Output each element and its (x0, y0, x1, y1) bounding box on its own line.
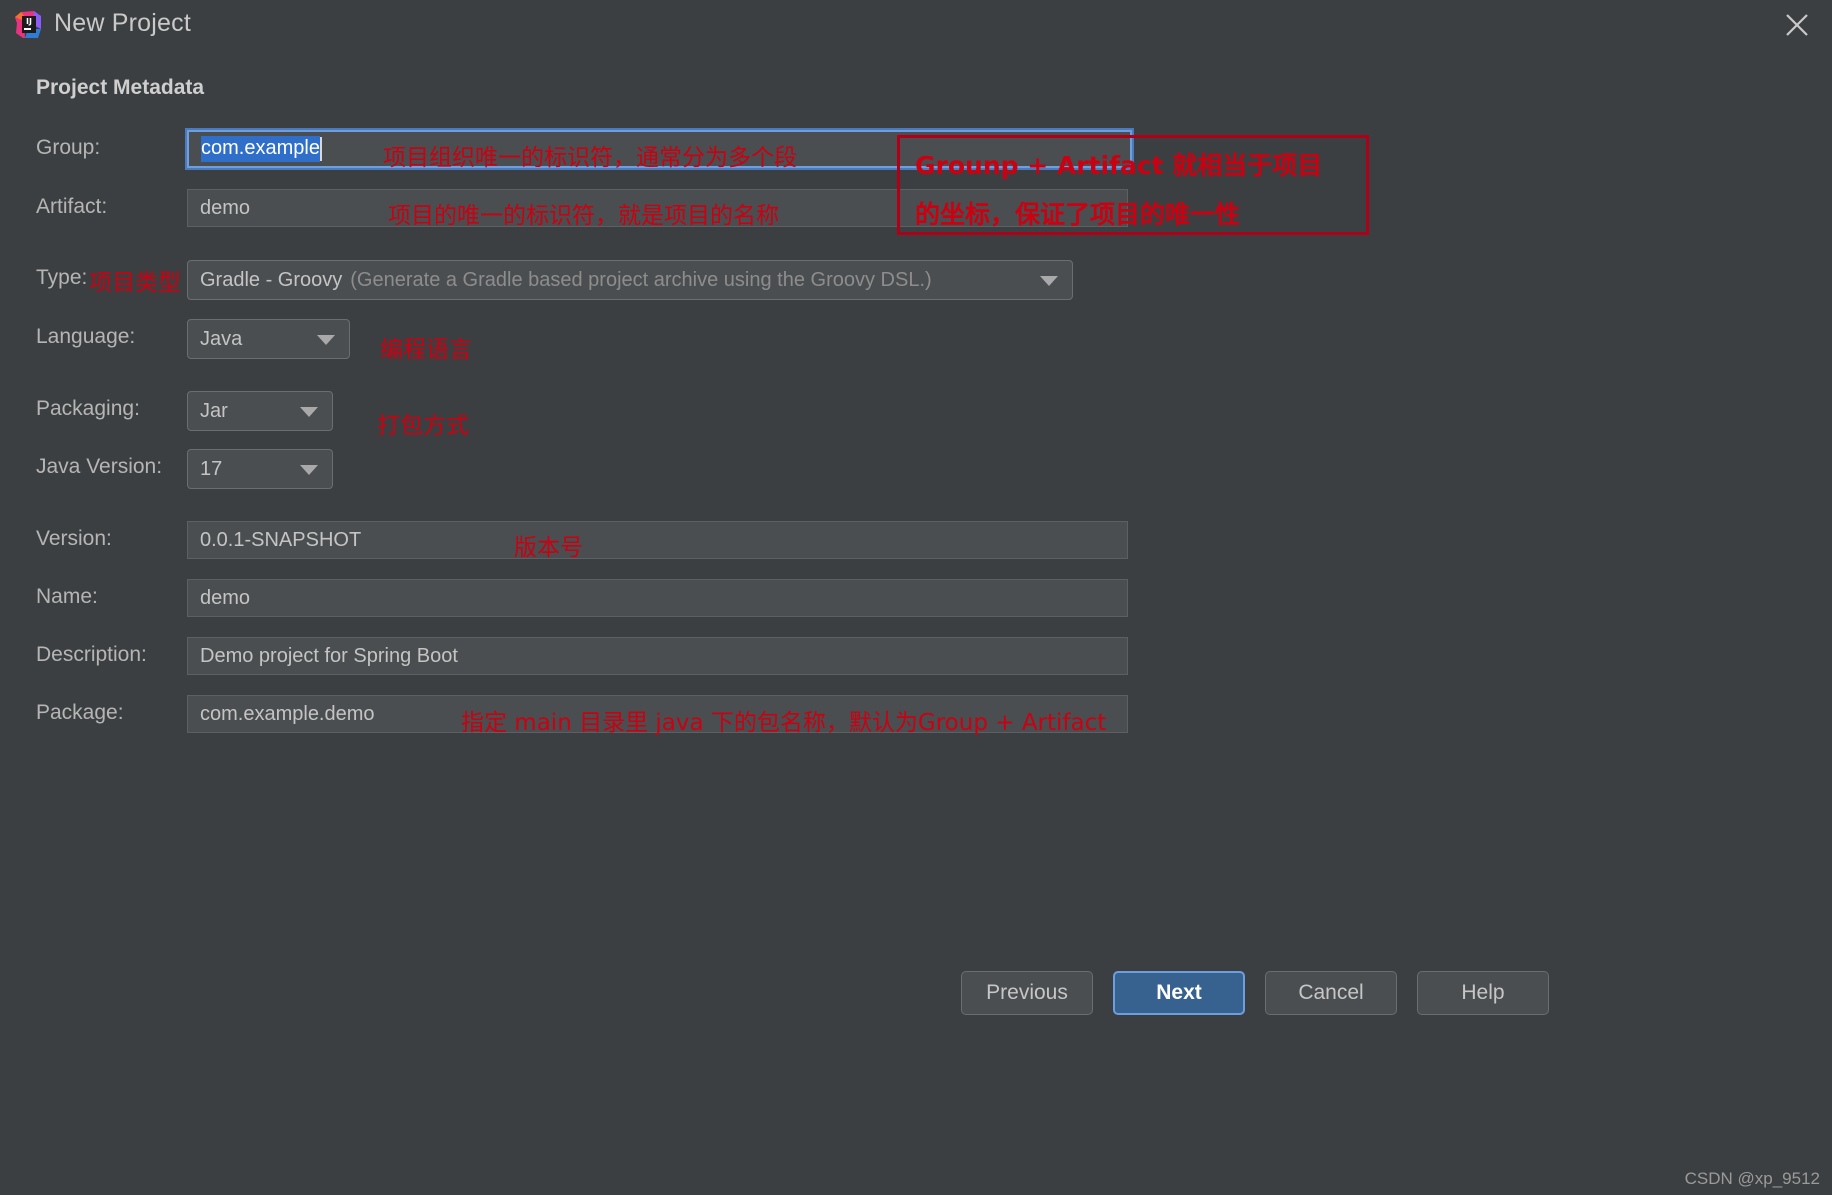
chevron-down-icon (300, 407, 318, 417)
annotation-packaging: 打包方式 (377, 413, 469, 439)
help-button[interactable]: Help (1417, 971, 1549, 1015)
previous-button[interactable]: Previous (961, 971, 1093, 1015)
java-version-label: Java Version: (36, 455, 163, 478)
annotation-language: 编程语言 (380, 337, 472, 363)
intellij-idea-logo-icon: IJ (14, 11, 42, 39)
description-input-value: Demo project for Spring Boot (200, 644, 458, 667)
chevron-down-icon (317, 335, 335, 345)
cancel-button[interactable]: Cancel (1265, 971, 1397, 1015)
window-title: New Project (54, 9, 191, 37)
group-input-value: com.example (201, 136, 320, 162)
language-label: Language: (36, 325, 136, 348)
watermark: CSDN @xp_9512 (1684, 1169, 1820, 1188)
name-label: Name: (36, 585, 98, 608)
type-dropdown-hint: (Generate a Gradle based project archive… (350, 268, 932, 291)
annotation-type: 项目类型 (89, 270, 181, 296)
name-input[interactable]: demo (187, 579, 1128, 617)
packaging-label: Packaging: (36, 397, 140, 420)
description-label: Description: (36, 643, 147, 666)
package-input-value: com.example.demo (200, 702, 375, 725)
title-bar: IJ New Project (0, 0, 1832, 50)
annotation-box-line2: 的坐标，保证了项目的唯一性 (915, 200, 1241, 229)
packaging-dropdown-value: Jar (200, 399, 228, 422)
artifact-input-value: demo (200, 196, 251, 219)
version-input[interactable]: 0.0.1-SNAPSHOT (187, 521, 1128, 559)
language-dropdown-value: Java (200, 327, 243, 350)
annotation-box-line1: Grounp + Artifact 就相当于项目 (915, 151, 1323, 180)
svg-text:IJ: IJ (26, 17, 32, 26)
java-version-dropdown-value: 17 (200, 457, 223, 480)
annotation-package: 指定 main 目录里 java 下的包名称，默认为Group + Artifa… (461, 710, 1107, 736)
package-label: Package: (36, 701, 124, 724)
java-version-dropdown[interactable]: 17 (187, 449, 333, 489)
close-icon[interactable] (1780, 8, 1814, 42)
next-button[interactable]: Next (1113, 971, 1245, 1015)
description-input[interactable]: Demo project for Spring Boot (187, 637, 1128, 675)
packaging-dropdown[interactable]: Jar (187, 391, 333, 431)
chevron-down-icon (300, 465, 318, 475)
version-label: Version: (36, 527, 112, 550)
type-dropdown[interactable]: Gradle - Groovy (Generate a Gradle based… (187, 260, 1073, 300)
language-dropdown[interactable]: Java (187, 319, 350, 359)
annotation-artifact: 项目的唯一的标识符，就是项目的名称 (388, 203, 779, 229)
artifact-label: Artifact: (36, 195, 108, 218)
type-label: Type: (36, 266, 88, 289)
chevron-down-icon (1040, 276, 1058, 286)
name-input-value: demo (200, 586, 251, 609)
text-caret (319, 137, 322, 161)
annotation-group: 项目组织唯一的标识符，通常分为多个段 (383, 145, 797, 171)
annotation-version: 版本号 (514, 535, 583, 561)
version-input-value: 0.0.1-SNAPSHOT (200, 528, 362, 551)
type-dropdown-value: Gradle - Groovy (200, 268, 343, 291)
group-label: Group: (36, 136, 101, 159)
page-title: Project Metadata (36, 76, 205, 99)
